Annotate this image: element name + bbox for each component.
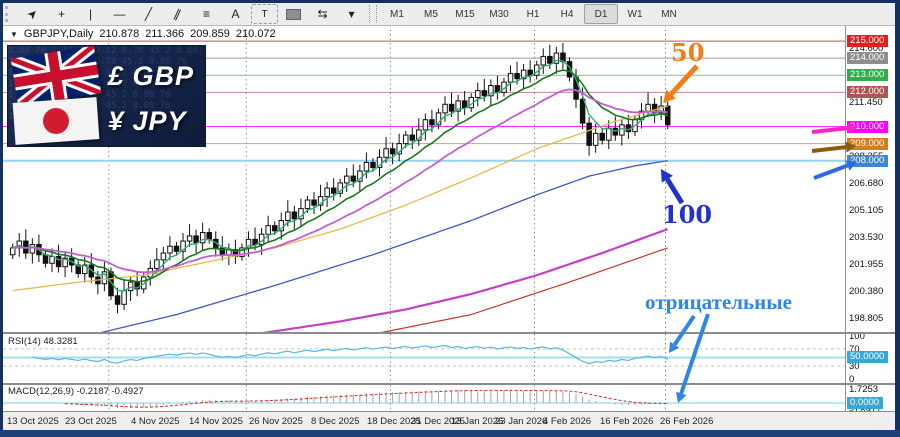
toolbar: ➤ + | — ╱ ∥ ≡ A T ⇆ ▾ M1 M5 M15 M30 H1 H4 D1 W1 MN bbox=[3, 3, 895, 26]
date-label: 26 Feb 2026 bbox=[660, 416, 714, 427]
annotation-ma50: 50 bbox=[671, 38, 705, 67]
crosshair-tool-icon[interactable]: + bbox=[48, 4, 75, 24]
date-label: 13 Oct 2025 bbox=[7, 416, 59, 427]
price-tick-203.530: 203.530 bbox=[849, 232, 884, 244]
low-value: 209.859 bbox=[190, 28, 230, 40]
high-value: 211.366 bbox=[145, 28, 185, 40]
date-label: 26 Nov 2025 bbox=[249, 416, 303, 427]
annotation-ma100: 100 bbox=[662, 200, 713, 229]
rsi-line bbox=[32, 344, 668, 365]
symbol-period-label[interactable]: GBPJPY,Daily bbox=[24, 28, 94, 40]
price-tick-200.380: 200.380 bbox=[849, 285, 884, 297]
currency-pair-logo: 8.80 76 1.3345 09.12 0.78 45.2 8.80 76 1… bbox=[8, 46, 205, 146]
window-border-top bbox=[0, 0, 900, 3]
vertical-line-tool-icon[interactable]: | bbox=[77, 4, 104, 24]
fibonacci-tool-icon[interactable]: ≡ bbox=[193, 4, 220, 24]
window-border-right bbox=[895, 0, 900, 437]
channel-tool-icon[interactable]: ∥ bbox=[161, 0, 194, 29]
macd-label: MACD(12,26,9) -0.2187 -0.4927 bbox=[8, 386, 144, 397]
rsi-label: RSI(14) 48.3281 bbox=[8, 336, 78, 347]
dropdown-caret-icon[interactable]: ▾ bbox=[338, 4, 365, 24]
price-axis-divider bbox=[845, 25, 846, 411]
macd-panel-divider[interactable] bbox=[3, 383, 895, 385]
price-tick-198.805: 198.805 bbox=[849, 312, 884, 324]
rsi-panel-divider[interactable] bbox=[3, 332, 895, 334]
macd-top-tick: 1.7253 bbox=[849, 384, 879, 395]
jpy-label: ¥ JPY bbox=[108, 105, 187, 136]
price-level-badge-208.000: 208.000 bbox=[847, 154, 889, 167]
ma-red bbox=[380, 247, 668, 332]
price-tick-211.450: 211.450 bbox=[849, 96, 883, 108]
trendline-tool-icon[interactable]: ╱ bbox=[135, 4, 162, 24]
date-label: 8 Dec 2025 bbox=[311, 416, 360, 427]
date-axis[interactable]: 13 Oct 2025 23 Oct 2025 4 Nov 2025 14 Nov 2… bbox=[3, 411, 895, 431]
price-tick-201.955: 201.955 bbox=[849, 259, 884, 271]
gbp-label: £ GBP bbox=[108, 60, 195, 91]
price-level-badge-214.000: 214.000 bbox=[847, 52, 889, 65]
toolbar-separator bbox=[369, 5, 377, 23]
text-label-tool-icon[interactable]: T bbox=[251, 4, 278, 24]
timeframe-h1[interactable]: H1 bbox=[516, 4, 550, 24]
annotation-negative: отрицательные bbox=[645, 290, 792, 314]
timeframe-w1[interactable]: W1 bbox=[618, 4, 652, 24]
rsi-50-badge: 50.0000 bbox=[847, 351, 889, 364]
window-border-bottom bbox=[0, 430, 900, 437]
macd-zero-badge: 0.0000 bbox=[847, 396, 884, 409]
date-label: 14 Nov 2025 bbox=[189, 416, 243, 427]
timeframe-h4[interactable]: H4 bbox=[550, 4, 584, 24]
japan-flag-icon bbox=[12, 97, 100, 145]
price-tick-205.105: 205.105 bbox=[849, 205, 884, 217]
price-level-badge-210.000: 210.000 bbox=[847, 120, 889, 133]
timeframe-mn[interactable]: MN bbox=[652, 4, 686, 24]
price-level-badge-209.000: 209.000 bbox=[847, 137, 889, 150]
date-label: 23 Oct 2025 bbox=[65, 416, 117, 427]
timeframe-m1[interactable]: M1 bbox=[380, 4, 414, 24]
price-tick-206.680: 206.680 bbox=[849, 178, 884, 190]
date-label: 4 Feb 2026 bbox=[543, 416, 592, 427]
date-label: 16 Feb 2026 bbox=[600, 416, 654, 427]
toolbar-grip bbox=[5, 6, 16, 22]
price-level-badge-213.000: 213.000 bbox=[847, 69, 889, 82]
chevron-down-icon[interactable]: ▼ bbox=[10, 30, 18, 39]
price-level-badge-215.000: 215.000 bbox=[847, 35, 889, 48]
timeframe-m15[interactable]: M15 bbox=[448, 4, 482, 24]
timeframe-d1[interactable]: D1 bbox=[584, 4, 618, 24]
terminal-window: { "toolbar": { "tools": [ {"name":"curso… bbox=[0, 0, 900, 437]
shapes-icon bbox=[286, 8, 301, 20]
close-value: 210.072 bbox=[235, 28, 276, 40]
shapes-tool[interactable] bbox=[280, 4, 307, 24]
open-value: 210.878 bbox=[99, 28, 140, 40]
text-tool-icon[interactable]: A bbox=[222, 4, 249, 24]
horizontal-line-tool-icon[interactable]: — bbox=[106, 4, 133, 24]
price-level-badge-212.000: 212.000 bbox=[847, 86, 889, 99]
date-label: 4 Nov 2025 bbox=[131, 416, 180, 427]
timeframe-m30[interactable]: M30 bbox=[482, 4, 516, 24]
date-label: 23 Jan 2026 bbox=[495, 416, 548, 427]
rsi-indicator-chart[interactable] bbox=[3, 334, 845, 383]
chart-header: ▼ GBPJPY,Daily 210.878 211.366 209.859 2… bbox=[10, 28, 276, 40]
window-border-left bbox=[0, 0, 3, 437]
arrows-tool-icon[interactable]: ⇆ bbox=[309, 4, 336, 24]
timeframe-m5[interactable]: M5 bbox=[414, 4, 448, 24]
